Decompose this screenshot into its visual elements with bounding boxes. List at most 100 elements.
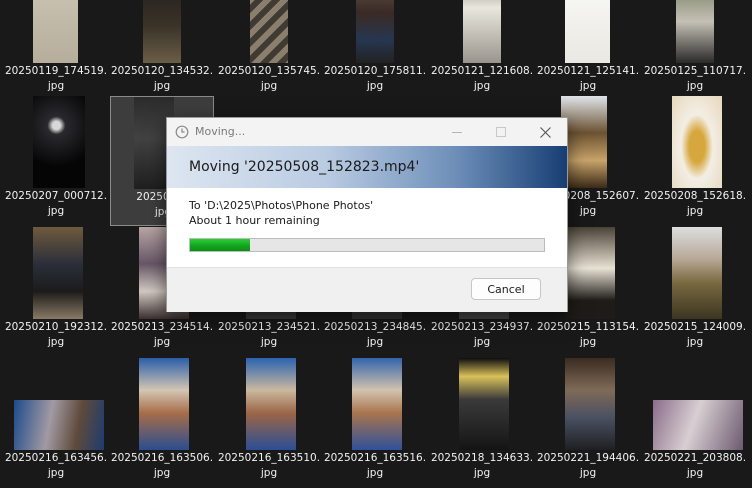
file-tile[interactable]: 20250215_124009. jpg xyxy=(643,227,747,357)
file-thumbnail xyxy=(4,358,108,450)
file-extension: jpg xyxy=(47,205,65,217)
photo-preview xyxy=(33,96,85,188)
progress-bar xyxy=(189,238,545,252)
file-tile[interactable]: 20250120_175811.jpg xyxy=(323,0,427,101)
file-thumbnail xyxy=(4,0,108,63)
file-extension: jpg xyxy=(260,80,278,92)
file-tile[interactable]: 20250121_125141.jpg xyxy=(536,0,640,101)
file-tile[interactable]: 20250120_135745.jpg xyxy=(217,0,321,101)
file-extension: jpg xyxy=(366,80,384,92)
file-tile[interactable]: 20250207_000712.jpg xyxy=(4,96,108,226)
maximize-icon xyxy=(496,127,506,137)
file-extension: jpg xyxy=(153,80,171,92)
file-extension: jpg xyxy=(47,467,65,479)
file-name: 20250208_152618. xyxy=(643,190,747,202)
file-thumbnail xyxy=(430,0,534,63)
file-thumbnail xyxy=(643,0,747,63)
file-extension: jpg xyxy=(473,467,491,479)
file-thumbnail xyxy=(536,0,640,63)
file-name: 20250125_110717. xyxy=(643,65,747,77)
file-name: 20250213_234514. xyxy=(110,321,214,333)
file-tile[interactable]: 20250216_163456. jpg xyxy=(4,358,108,488)
file-tile[interactable]: 20250221_203808.jpg xyxy=(643,358,747,488)
file-tile[interactable]: 20250125_110717.jpg xyxy=(643,0,747,101)
photo-preview xyxy=(246,358,296,450)
file-thumbnail xyxy=(217,358,321,450)
file-extension: jpg xyxy=(153,467,171,479)
operation-heading: Moving '20250508_152823.mp4' xyxy=(189,159,420,175)
file-name: 20250121_125141. xyxy=(536,65,640,77)
file-tile[interactable]: 20250208_152618.jpg xyxy=(643,96,747,226)
photo-preview xyxy=(672,96,722,188)
file-tile[interactable]: 20250120_134532. jpg xyxy=(110,0,214,101)
file-tile[interactable]: 20250216_163516. jpg xyxy=(323,358,427,488)
file-name: 20250213_234845. xyxy=(323,321,427,333)
maximize-button[interactable] xyxy=(479,118,523,146)
close-button[interactable] xyxy=(523,118,567,146)
photo-preview xyxy=(33,0,78,63)
file-thumbnail xyxy=(643,96,747,188)
file-extension: jpg xyxy=(579,467,597,479)
file-extension: jpg xyxy=(473,80,491,92)
photo-preview xyxy=(143,0,181,63)
file-tile[interactable]: 20250210_192312.jpg xyxy=(4,227,108,357)
file-name: 20250119_174519. xyxy=(4,65,108,77)
file-thumbnail xyxy=(217,0,321,63)
file-tile[interactable]: 20250121_121608. jpg xyxy=(430,0,534,101)
file-extension: jpg xyxy=(473,336,491,348)
file-thumbnail xyxy=(536,358,640,450)
file-extension: jpg xyxy=(260,467,278,479)
file-extension: jpg xyxy=(579,336,597,348)
file-thumbnail xyxy=(643,227,747,319)
file-tile[interactable]: 20250221_194406. jpg xyxy=(536,358,640,488)
file-extension: jpg xyxy=(579,80,597,92)
file-thumbnail xyxy=(323,0,427,63)
file-name: 20250213_234937. xyxy=(430,321,534,333)
file-name: 20250120_175811. xyxy=(323,65,427,77)
cancel-button[interactable]: Cancel xyxy=(471,278,541,300)
destination-text: To 'D:\2025\Photos\Phone Photos' xyxy=(189,199,374,212)
file-tile[interactable]: 20250119_174519.jpg xyxy=(4,0,108,101)
file-thumbnail xyxy=(4,96,108,188)
file-extension: jpg xyxy=(153,336,171,348)
file-name: 20250120_135745. xyxy=(217,65,321,77)
progress-fill xyxy=(190,239,251,251)
file-extension: jpg xyxy=(366,467,384,479)
file-name: 20250221_203808. xyxy=(643,452,747,464)
file-thumbnail xyxy=(323,358,427,450)
photo-preview xyxy=(459,358,509,450)
file-name: 20250215_113154. xyxy=(536,321,640,333)
file-extension: jpg xyxy=(366,336,384,348)
dialog-title-bar[interactable]: Moving... xyxy=(167,118,567,146)
file-name: 20250215_124009. xyxy=(643,321,747,333)
file-tile[interactable]: 20250216_163506.jpg xyxy=(110,358,214,488)
dialog-banner: Moving '20250508_152823.mp4' xyxy=(167,146,567,188)
file-extension: jpg xyxy=(260,336,278,348)
file-tile[interactable]: 20250216_163510. jpg xyxy=(217,358,321,488)
file-extension: jpg xyxy=(47,336,65,348)
photo-preview xyxy=(14,400,104,450)
photo-preview xyxy=(139,358,189,450)
file-extension: jpg xyxy=(686,205,704,217)
clock-icon xyxy=(175,125,189,139)
file-extension: jpg xyxy=(686,80,704,92)
file-extension: jpg xyxy=(686,467,704,479)
file-thumbnail xyxy=(110,358,214,450)
photo-preview xyxy=(653,400,743,450)
minimize-button[interactable] xyxy=(435,118,479,146)
file-tile[interactable]: 20250218_134633. jpg xyxy=(430,358,534,488)
file-thumbnail xyxy=(430,358,534,450)
file-thumbnail xyxy=(643,358,747,450)
file-name: 20250210_192312. xyxy=(4,321,108,333)
photo-preview xyxy=(672,227,722,319)
file-thumbnail xyxy=(110,0,214,63)
minimize-icon xyxy=(452,132,462,133)
photo-preview xyxy=(565,0,610,63)
photo-preview xyxy=(352,358,402,450)
file-name: 20250216_163506. xyxy=(110,452,214,464)
file-name: 20250213_234521. xyxy=(217,321,321,333)
file-name: 20250207_000712. xyxy=(4,190,108,202)
photo-preview xyxy=(463,0,501,63)
photo-preview xyxy=(565,227,615,319)
file-extension: jpg xyxy=(47,80,65,92)
